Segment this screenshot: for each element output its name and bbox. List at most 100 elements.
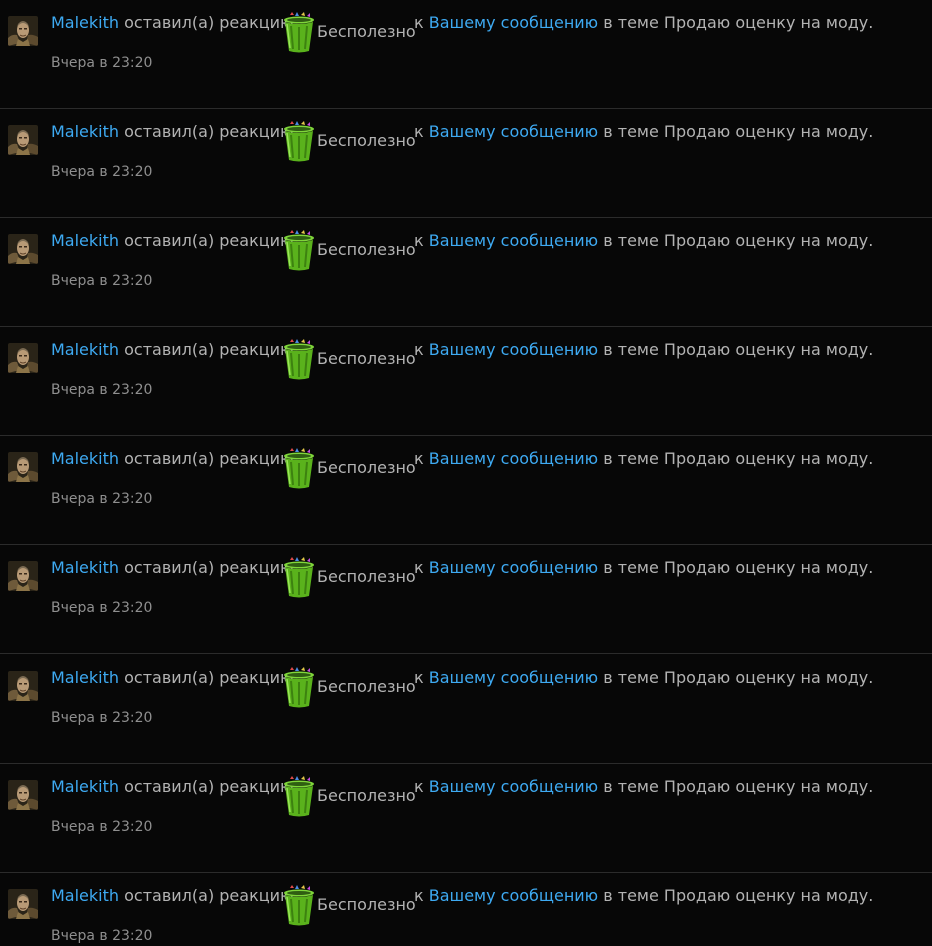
action-text: оставил(а) реакцию (124, 777, 294, 796)
message-link[interactable]: Вашему сообщению (429, 668, 598, 687)
timestamp: Вчера в 23:20 (51, 382, 153, 398)
notification-text: Malekith оставил(а) реакцию (51, 229, 294, 253)
user-avatar[interactable] (8, 889, 38, 919)
trash-can-icon[interactable] (282, 557, 316, 599)
thread-text: в теме Продаю оценку на моду. (603, 340, 874, 359)
action-text: оставил(а) реакцию (124, 668, 294, 687)
trash-can-icon[interactable] (282, 885, 316, 927)
notification-tail: к Вашему сообщению в теме Продаю оценку … (414, 447, 873, 471)
notification-item: Malekith оставил(а) реакцию Бесполезно к… (0, 655, 932, 764)
thread-text: в теме Продаю оценку на моду. (603, 231, 874, 250)
action-text: оставил(а) реакцию (124, 122, 294, 141)
message-link[interactable]: Вашему сообщению (429, 231, 598, 250)
action-text: оставил(а) реакцию (124, 13, 294, 32)
message-link[interactable]: Вашему сообщению (429, 558, 598, 577)
reaction-label: Бесполезно (317, 458, 416, 477)
message-link[interactable]: Вашему сообщению (429, 449, 598, 468)
reaction-label: Бесполезно (317, 131, 416, 150)
timestamp: Вчера в 23:20 (51, 928, 153, 944)
user-avatar[interactable] (8, 343, 38, 373)
notification-text: Malekith оставил(а) реакцию (51, 556, 294, 580)
user-avatar[interactable] (8, 780, 38, 810)
prefix-text: к (414, 558, 424, 577)
reaction-label: Бесполезно (317, 349, 416, 368)
prefix-text: к (414, 13, 424, 32)
action-text: оставил(а) реакцию (124, 340, 294, 359)
action-text: оставил(а) реакцию (124, 449, 294, 468)
user-link[interactable]: Malekith (51, 13, 119, 32)
notification-item: Malekith оставил(а) реакцию Бесполезно к… (0, 0, 932, 109)
user-link[interactable]: Malekith (51, 340, 119, 359)
trash-can-icon[interactable] (282, 667, 316, 709)
notification-text: Malekith оставил(а) реакцию (51, 120, 294, 144)
timestamp: Вчера в 23:20 (51, 273, 153, 289)
thread-text: в теме Продаю оценку на моду. (603, 122, 874, 141)
prefix-text: к (414, 231, 424, 250)
timestamp: Вчера в 23:20 (51, 600, 153, 616)
trash-can-icon[interactable] (282, 448, 316, 490)
thread-text: в теме Продаю оценку на моду. (603, 886, 874, 905)
user-link[interactable]: Malekith (51, 777, 119, 796)
message-link[interactable]: Вашему сообщению (429, 122, 598, 141)
user-avatar[interactable] (8, 16, 38, 46)
notification-tail: к Вашему сообщению в теме Продаю оценку … (414, 884, 873, 908)
avatar-image (8, 561, 38, 591)
trash-can-icon[interactable] (282, 121, 316, 163)
notification-tail: к Вашему сообщению в теме Продаю оценку … (414, 556, 873, 580)
user-link[interactable]: Malekith (51, 558, 119, 577)
trash-can-icon[interactable] (282, 12, 316, 54)
user-link[interactable]: Malekith (51, 231, 119, 250)
trash-can-icon[interactable] (282, 776, 316, 818)
avatar-image (8, 452, 38, 482)
user-link[interactable]: Malekith (51, 449, 119, 468)
notification-tail: к Вашему сообщению в теме Продаю оценку … (414, 11, 873, 35)
user-avatar[interactable] (8, 671, 38, 701)
timestamp: Вчера в 23:20 (51, 55, 153, 71)
notification-tail: к Вашему сообщению в теме Продаю оценку … (414, 666, 873, 690)
user-link[interactable]: Malekith (51, 668, 119, 687)
thread-text: в теме Продаю оценку на моду. (603, 777, 874, 796)
user-link[interactable]: Malekith (51, 122, 119, 141)
avatar-image (8, 16, 38, 46)
notification-tail: к Вашему сообщению в теме Продаю оценку … (414, 229, 873, 253)
avatar-image (8, 125, 38, 155)
user-avatar[interactable] (8, 561, 38, 591)
prefix-text: к (414, 340, 424, 359)
trash-can-icon[interactable] (282, 339, 316, 381)
prefix-text: к (414, 886, 424, 905)
message-link[interactable]: Вашему сообщению (429, 340, 598, 359)
avatar-image (8, 671, 38, 701)
user-avatar[interactable] (8, 234, 38, 264)
avatar-image (8, 780, 38, 810)
notification-list: Malekith оставил(а) реакцию Бесполезно к… (0, 0, 932, 946)
user-link[interactable]: Malekith (51, 886, 119, 905)
notification-item: Malekith оставил(а) реакцию Бесполезно к… (0, 218, 932, 327)
notification-text: Malekith оставил(а) реакцию (51, 884, 294, 908)
reaction-label: Бесполезно (317, 22, 416, 41)
prefix-text: к (414, 449, 424, 468)
timestamp: Вчера в 23:20 (51, 491, 153, 507)
notification-tail: к Вашему сообщению в теме Продаю оценку … (414, 120, 873, 144)
notification-text: Malekith оставил(а) реакцию (51, 11, 294, 35)
message-link[interactable]: Вашему сообщению (429, 13, 598, 32)
prefix-text: к (414, 777, 424, 796)
trash-can-icon[interactable] (282, 230, 316, 272)
message-link[interactable]: Вашему сообщению (429, 886, 598, 905)
prefix-text: к (414, 668, 424, 687)
timestamp: Вчера в 23:20 (51, 164, 153, 180)
reaction-label: Бесполезно (317, 786, 416, 805)
message-link[interactable]: Вашему сообщению (429, 777, 598, 796)
prefix-text: к (414, 122, 424, 141)
user-avatar[interactable] (8, 125, 38, 155)
action-text: оставил(а) реакцию (124, 231, 294, 250)
reaction-label: Бесполезно (317, 677, 416, 696)
notification-item: Malekith оставил(а) реакцию Бесполезно к… (0, 873, 932, 946)
timestamp: Вчера в 23:20 (51, 819, 153, 835)
reaction-label: Бесполезно (317, 895, 416, 914)
avatar-image (8, 234, 38, 264)
thread-text: в теме Продаю оценку на моду. (603, 558, 874, 577)
notification-item: Malekith оставил(а) реакцию Бесполезно к… (0, 109, 932, 218)
divider (0, 653, 932, 654)
user-avatar[interactable] (8, 452, 38, 482)
avatar-image (8, 343, 38, 373)
